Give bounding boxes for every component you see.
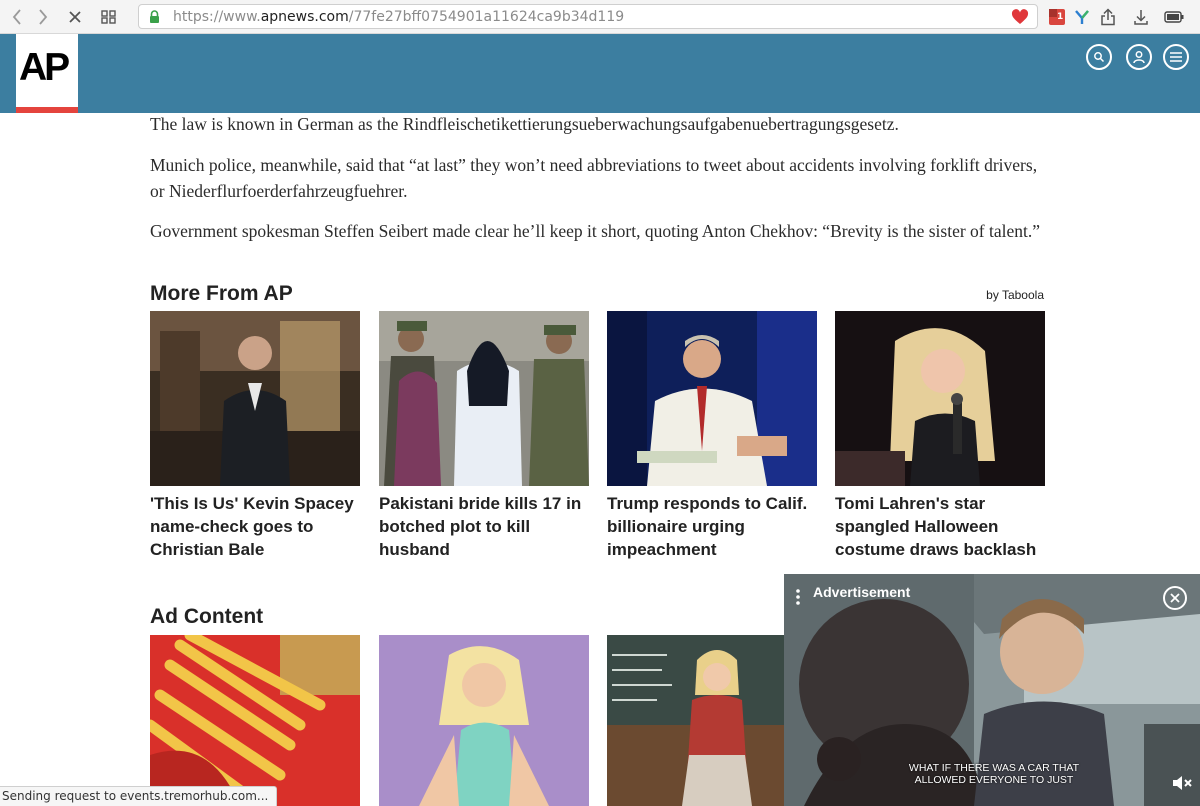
advertisement-label: Advertisement: [813, 584, 911, 600]
logo-accent-bar: [16, 107, 78, 113]
article-paragraph: Munich police, meanwhile, said that “at …: [150, 155, 1038, 201]
article-paragraph: Government spokesman Steffen Seibert mad…: [150, 221, 1041, 241]
story-thumbnail[interactable]: [150, 311, 360, 486]
close-icon: [1170, 593, 1180, 603]
site-header: AP: [0, 34, 1200, 113]
close-ad-button[interactable]: [1163, 586, 1187, 610]
article-paragraph: The law is known in German as the Rindfl…: [150, 114, 899, 134]
story-thumbnail[interactable]: [835, 311, 1045, 486]
story-card[interactable]: Pakistani bride kills 17 in botched plot…: [379, 311, 589, 561]
story-thumbnail[interactable]: [379, 311, 589, 486]
story-thumbnail[interactable]: [607, 311, 817, 486]
story-card[interactable]: Tomi Lahren's star spangled Halloween co…: [835, 311, 1045, 561]
hamburger-icon: [1170, 52, 1182, 62]
story-title[interactable]: Tomi Lahren's star spangled Halloween co…: [835, 492, 1045, 561]
status-bar: Sending request to events.tremorhub.com.…: [0, 786, 278, 806]
story-title[interactable]: Trump responds to Calif. billionaire urg…: [607, 492, 817, 561]
ap-logo[interactable]: AP: [16, 34, 78, 113]
menu-button[interactable]: [1163, 44, 1189, 70]
browser-toolbar: https://www.apnews.com/77fe27bff0754901a…: [0, 0, 1200, 34]
story-card[interactable]: Trump responds to Calif. billionaire urg…: [607, 311, 817, 561]
search-icon: [1094, 52, 1105, 63]
story-title[interactable]: 'This Is Us' Kevin Spacey name-check goe…: [150, 492, 360, 561]
ad-thumbnail[interactable]: [150, 635, 360, 806]
lock-icon: [149, 10, 160, 29]
story-card[interactable]: 'This Is Us' Kevin Spacey name-check goe…: [150, 311, 360, 561]
more-options-icon[interactable]: [795, 588, 801, 611]
heart-icon[interactable]: [1011, 9, 1029, 30]
url-domain: apnews.com: [260, 9, 349, 25]
url-prefix: https://www.: [173, 9, 261, 25]
more-from-ap-heading: More From AP: [150, 282, 293, 305]
y-extension-icon[interactable]: [1072, 7, 1092, 27]
extension-badge-icon[interactable]: 1: [1047, 7, 1067, 27]
user-icon: [1133, 51, 1145, 64]
tabs-grid-icon[interactable]: [98, 6, 120, 28]
ad-content-heading: Ad Content: [150, 605, 264, 628]
account-button[interactable]: [1126, 44, 1152, 70]
story-title[interactable]: Pakistani bride kills 17 in botched plot…: [379, 492, 589, 561]
back-icon[interactable]: [6, 6, 28, 28]
video-caption: WHAT IF THERE WAS A CAR THAT ALLOWED EVE…: [908, 762, 1080, 786]
address-bar[interactable]: https://www.apnews.com/77fe27bff0754901a…: [138, 4, 1038, 29]
extension-badge-count: 1: [1057, 12, 1064, 22]
url-path: /77fe27bff0754901a11624ca9b34d119: [348, 9, 625, 25]
video-ad[interactable]: Advertisement WHAT IF THERE WAS A CAR TH…: [784, 574, 1200, 806]
share-icon[interactable]: [1098, 7, 1118, 27]
ad-thumbnail[interactable]: [379, 635, 589, 806]
download-icon[interactable]: [1131, 7, 1151, 27]
mute-icon[interactable]: [1172, 775, 1194, 796]
forward-icon[interactable]: [32, 6, 54, 28]
search-button[interactable]: [1086, 44, 1112, 70]
taboola-attribution[interactable]: by Taboola: [986, 288, 1044, 302]
stop-loading-icon[interactable]: [64, 6, 86, 28]
logo-text: AP: [19, 46, 70, 89]
url-text[interactable]: https://www.apnews.com/77fe27bff0754901a…: [173, 9, 624, 25]
battery-icon[interactable]: [1164, 7, 1184, 27]
